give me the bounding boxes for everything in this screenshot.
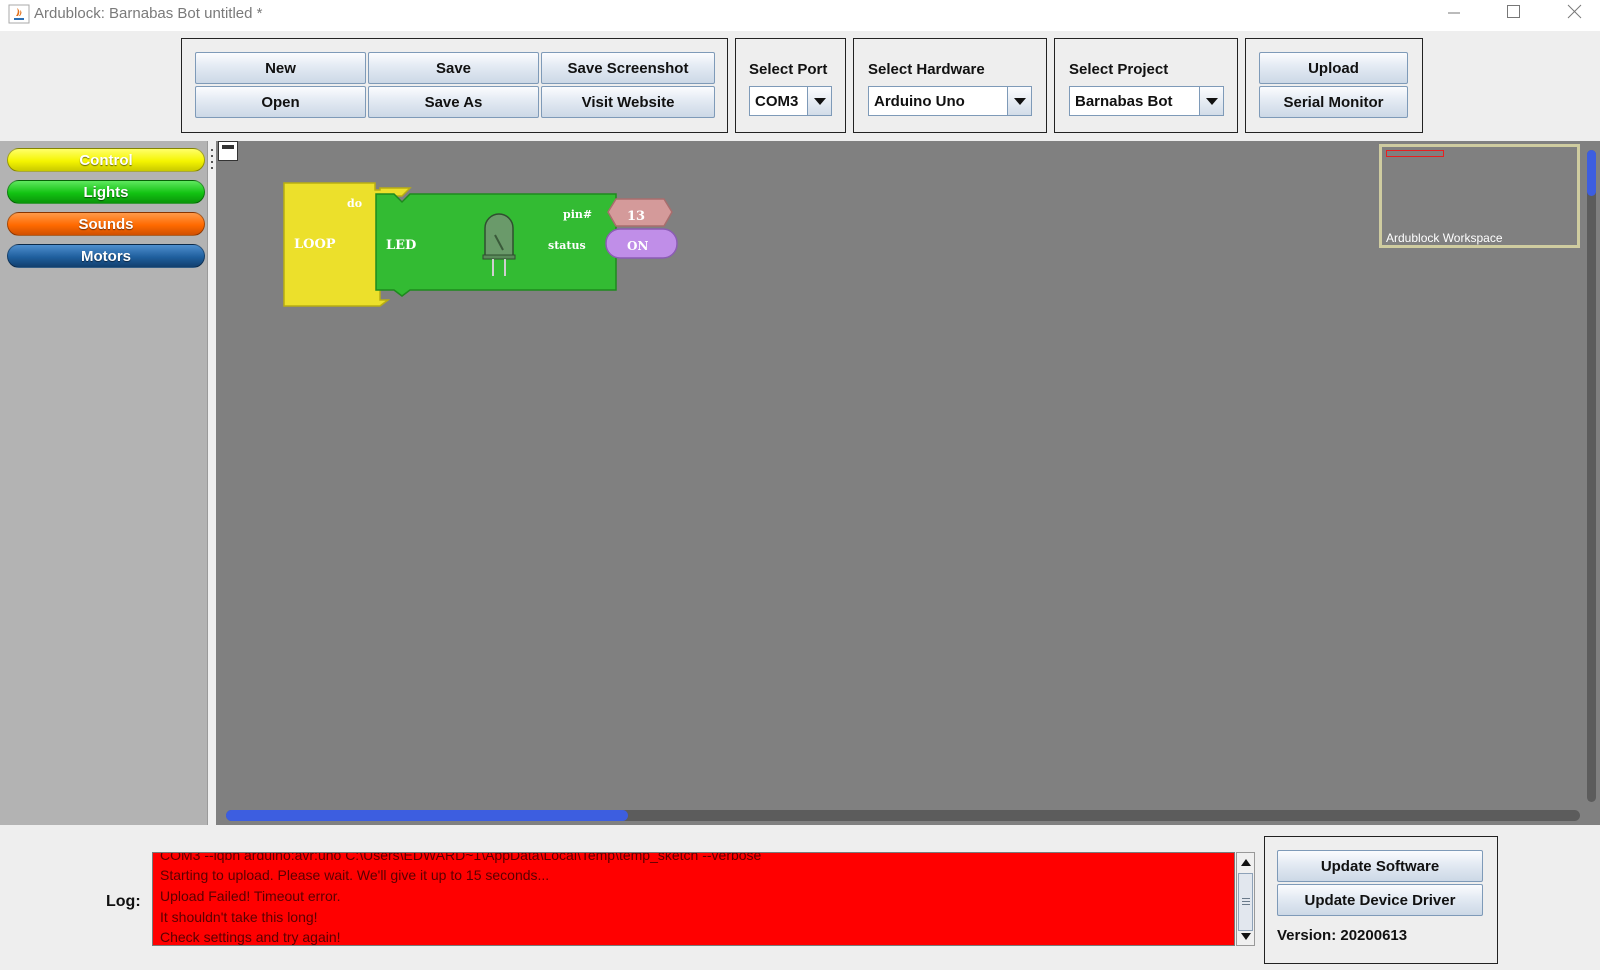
log-line: Upload Failed! Timeout error.: [160, 888, 341, 904]
port-panel: Select Port COM3: [735, 38, 846, 133]
log-line: It shouldn't take this long!: [160, 909, 318, 925]
serial-monitor-button[interactable]: Serial Monitor: [1259, 86, 1408, 118]
minimize-icon: [1448, 12, 1460, 14]
select-port-label: Select Port: [749, 61, 828, 78]
port-value: COM3: [755, 92, 799, 110]
category-motors[interactable]: Motors: [7, 244, 205, 268]
upload-button[interactable]: Upload: [1259, 52, 1408, 84]
hardware-select[interactable]: Arduino Uno: [868, 86, 1032, 116]
open-button[interactable]: Open: [195, 86, 366, 118]
hardware-panel: Select Hardware Arduino Uno: [853, 38, 1047, 133]
visit-website-button[interactable]: Visit Website: [541, 86, 715, 118]
minimap-label: Ardublock Workspace: [1386, 231, 1503, 245]
select-project-label: Select Project: [1069, 61, 1169, 78]
file-panel: New Save Save Screenshot Open Save As Vi…: [181, 38, 728, 133]
scroll-down-arrow-icon[interactable]: [1241, 933, 1251, 940]
window-title: Ardublock: Barnabas Bot untitled *: [34, 5, 263, 22]
dropdown-arrow-icon[interactable]: [1199, 87, 1223, 115]
category-sounds[interactable]: Sounds: [7, 212, 205, 236]
workspace-vertical-scrollbar[interactable]: [1587, 150, 1596, 802]
save-button[interactable]: Save: [368, 52, 539, 84]
block-palette: Control Lights Sounds Motors: [0, 141, 208, 825]
category-lights[interactable]: Lights: [7, 180, 205, 204]
log-line: COM3 --lqbn arduino:avr:uno C:\Users\EDW…: [160, 852, 762, 863]
upload-panel: Upload Serial Monitor: [1245, 38, 1423, 133]
split-divider[interactable]: [208, 141, 216, 825]
vertical-scroll-thumb[interactable]: [1587, 150, 1596, 196]
log-label: Log:: [106, 893, 141, 910]
java-app-icon: [8, 4, 30, 24]
new-button[interactable]: New: [195, 52, 366, 84]
project-value: Barnabas Bot: [1075, 92, 1173, 110]
close-button[interactable]: [1544, 0, 1600, 31]
dropdown-arrow-icon[interactable]: [1007, 87, 1031, 115]
category-control[interactable]: Control: [7, 148, 205, 172]
save-screenshot-button[interactable]: Save Screenshot: [541, 52, 715, 84]
workspace-minimap[interactable]: Ardublock Workspace: [1379, 144, 1580, 248]
log-scrollbar[interactable]: [1236, 852, 1255, 946]
version-label: Version: 20200613: [1277, 927, 1408, 944]
log-scroll-thumb[interactable]: [1238, 873, 1253, 931]
collapse-icon: [222, 145, 234, 149]
maximize-button[interactable]: [1484, 0, 1544, 31]
project-select[interactable]: Barnabas Bot: [1069, 86, 1224, 116]
log-textarea[interactable]: COM3 --lqbn arduino:avr:uno C:\Users\EDW…: [152, 852, 1235, 946]
maximize-icon: [1507, 5, 1520, 18]
project-panel: Select Project Barnabas Bot: [1054, 38, 1238, 133]
toolbar: New Save Save Screenshot Open Save As Vi…: [0, 31, 1600, 141]
dropdown-arrow-icon[interactable]: [807, 87, 831, 115]
collapse-palette-button[interactable]: [218, 141, 238, 161]
horizontal-scroll-thumb[interactable]: [226, 810, 628, 821]
update-device-driver-button[interactable]: Update Device Driver: [1277, 884, 1483, 916]
update-software-button[interactable]: Update Software: [1277, 850, 1483, 882]
minimize-button[interactable]: [1424, 0, 1484, 31]
port-select[interactable]: COM3: [749, 86, 832, 116]
close-icon: [1567, 4, 1582, 19]
save-as-button[interactable]: Save As: [368, 86, 539, 118]
select-hardware-label: Select Hardware: [868, 61, 985, 78]
log-line: Check settings and try again!: [160, 929, 341, 945]
workspace-horizontal-scrollbar[interactable]: [226, 810, 1580, 821]
log-line: Starting to upload. Please wait. We'll g…: [160, 867, 550, 883]
minimap-viewport[interactable]: [1386, 150, 1444, 157]
scroll-up-arrow-icon[interactable]: [1241, 859, 1251, 866]
title-bar: Ardublock: Barnabas Bot untitled *: [0, 0, 1600, 31]
hardware-value: Arduino Uno: [874, 92, 965, 110]
